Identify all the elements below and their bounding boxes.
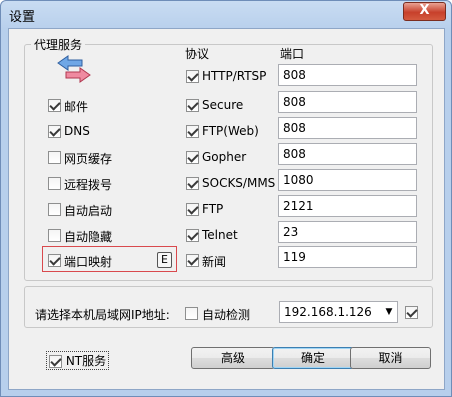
protocol-row-news: 新闻 <box>186 253 226 269</box>
telnet-checkbox[interactable] <box>186 229 199 242</box>
web-cache-label: 网页缓存 <box>64 152 113 166</box>
news-port-field[interactable]: 119 <box>278 246 417 268</box>
auto-start-label: 自动启动 <box>64 204 113 218</box>
settings-dialog: 设置 X 代理服务 协议 端口 邮件 DNS 网页缓存 远程拨号 自动启动 自动… <box>0 0 452 397</box>
advanced-button[interactable]: 高级 <box>191 347 275 369</box>
protocol-row-socks: SOCKS/MMS <box>186 176 275 190</box>
auto-detect-label: 自动检测 <box>202 308 251 322</box>
secure-port-field[interactable]: 808 <box>278 91 417 113</box>
dialog-client-area: 代理服务 协议 端口 邮件 DNS 网页缓存 远程拨号 自动启动 自动隐藏 端口… <box>8 28 445 390</box>
web-cache-checkbox[interactable] <box>48 151 61 164</box>
option-dns[interactable]: DNS <box>48 124 90 138</box>
ftp-web-checkbox[interactable] <box>186 125 199 138</box>
auto-hide-label: 自动隐藏 <box>64 230 113 244</box>
gopher-label: Gopher <box>202 150 247 164</box>
auto-detect-option[interactable]: 自动检测 <box>185 306 250 322</box>
port-column-header: 端口 <box>280 47 305 61</box>
gopher-port-field[interactable]: 808 <box>278 143 417 165</box>
gopher-checkbox[interactable] <box>186 151 199 164</box>
dns-checkbox[interactable] <box>48 125 61 138</box>
transfer-arrows-icon <box>57 55 91 83</box>
nt-service-checkbox[interactable] <box>49 355 62 368</box>
news-checkbox[interactable] <box>186 254 199 267</box>
protocol-row-telnet: Telnet <box>186 228 238 242</box>
protocol-row-secure: Secure <box>186 98 243 112</box>
mail-checkbox[interactable] <box>48 99 61 112</box>
news-label: 新闻 <box>202 255 227 269</box>
telnet-label: Telnet <box>202 228 238 242</box>
ip-address-value: 192.168.1.126 <box>284 305 372 319</box>
ip-extra-option[interactable] <box>405 305 418 319</box>
ip-extra-checkbox[interactable] <box>405 306 418 319</box>
nt-service-option[interactable]: NT服务 <box>46 351 110 370</box>
close-button[interactable]: X <box>403 2 446 21</box>
protocol-row-ftp-web: FTP(Web) <box>186 124 259 138</box>
option-auto-hide[interactable]: 自动隐藏 <box>48 228 112 244</box>
secure-label: Secure <box>202 98 244 112</box>
ftp-port-field[interactable]: 2121 <box>278 195 417 217</box>
port-mapping-edit-button[interactable]: E <box>157 252 172 268</box>
lan-ip-label: 请选择本机局域网IP地址: <box>35 308 170 322</box>
option-web-cache[interactable]: 网页缓存 <box>48 150 112 166</box>
ip-address-select[interactable]: 192.168.1.126 ▼ <box>279 301 398 323</box>
ftp-label: FTP <box>202 202 224 216</box>
ftp-web-label: FTP(Web) <box>202 124 259 138</box>
protocol-column-header: 协议 <box>185 47 210 61</box>
port-mapping-label: 端口映射 <box>64 255 113 269</box>
option-port-mapping[interactable]: 端口映射 <box>48 253 112 269</box>
proxy-services-title: 代理服务 <box>31 36 86 53</box>
socks-label: SOCKS/MMS <box>202 176 276 190</box>
secure-checkbox[interactable] <box>186 99 199 112</box>
mail-label: 邮件 <box>64 100 89 114</box>
ftp-web-port-field[interactable]: 808 <box>278 117 417 139</box>
chevron-down-icon: ▼ <box>385 307 393 317</box>
close-icon: X <box>419 3 430 18</box>
option-mail[interactable]: 邮件 <box>48 98 88 114</box>
http-port-field[interactable]: 808 <box>278 64 417 86</box>
http-label: HTTP/RTSP <box>202 69 267 83</box>
socks-port-field[interactable]: 1080 <box>278 169 417 191</box>
auto-detect-checkbox[interactable] <box>185 307 198 320</box>
remote-dialup-checkbox[interactable] <box>48 177 61 190</box>
ok-button[interactable]: 确定 <box>272 347 354 369</box>
ftp-checkbox[interactable] <box>186 203 199 216</box>
http-checkbox[interactable] <box>186 70 199 83</box>
telnet-port-field[interactable]: 23 <box>278 221 417 243</box>
protocol-row-gopher: Gopher <box>186 150 246 164</box>
title-bar: 设置 X <box>1 1 451 27</box>
remote-dialup-label: 远程拨号 <box>64 178 113 192</box>
cancel-button[interactable]: 取消 <box>350 347 431 369</box>
option-remote-dialup[interactable]: 远程拨号 <box>48 176 112 192</box>
port-mapping-checkbox[interactable] <box>48 254 61 267</box>
auto-hide-checkbox[interactable] <box>48 229 61 242</box>
dns-label: DNS <box>64 124 90 138</box>
nt-service-label: NT服务 <box>65 354 107 368</box>
option-auto-start[interactable]: 自动启动 <box>48 202 112 218</box>
protocol-row-ftp: FTP <box>186 202 223 216</box>
auto-start-checkbox[interactable] <box>48 203 61 216</box>
socks-checkbox[interactable] <box>186 177 199 190</box>
dialog-title: 设置 <box>9 10 36 25</box>
protocol-row-http: HTTP/RTSP <box>186 69 266 83</box>
